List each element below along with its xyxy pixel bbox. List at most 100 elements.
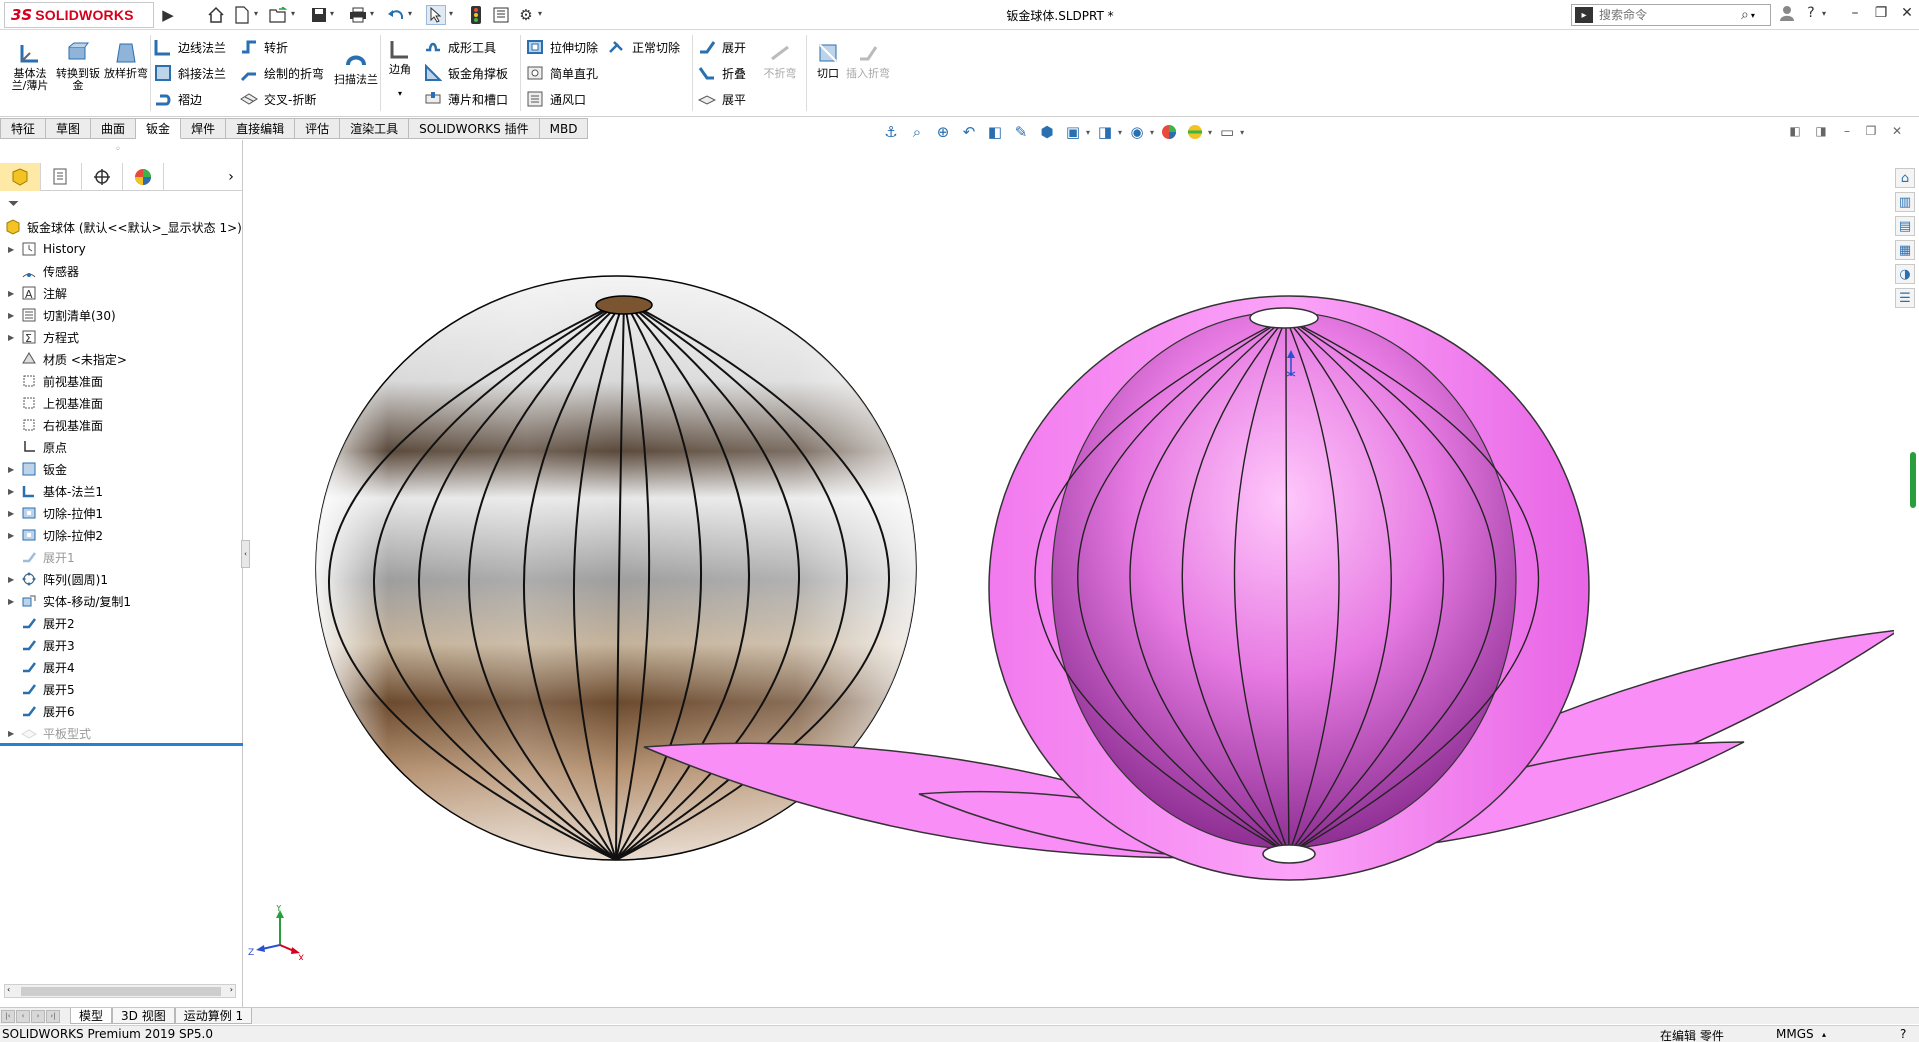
rebuild-traffic-light-icon[interactable] [466,5,486,25]
sketched-bend-button[interactable]: 绘制的折弯 [240,63,324,83]
select-arrow-icon[interactable] [426,5,446,25]
expand-arrow-icon[interactable]: ▶ [8,575,20,584]
cross-break-button[interactable]: 交叉-折断 [240,89,316,109]
graphics-viewport[interactable] [244,140,1894,1006]
tree-item[interactable]: ▶ 实体-移动/复制1 [0,590,243,612]
tree-item[interactable]: 材质 <未指定> [0,348,243,370]
undo-icon[interactable] [386,5,406,25]
viewport-minimize-icon[interactable]: – [1837,124,1857,140]
new-document-icon[interactable] [232,5,252,25]
panel-grip-icon[interactable]: ◦ [115,144,121,155]
tab-feature-tree[interactable] [0,163,41,191]
jog-button[interactable]: 转折 [240,37,288,57]
vent-button[interactable]: 通风口 [526,89,586,109]
options-gear-icon[interactable]: ⚙ [516,5,536,25]
chevron-down-icon[interactable]: ▾ [370,9,374,18]
file-properties-icon[interactable] [491,5,511,25]
expand-menu-icon[interactable]: ▶ [158,5,178,25]
tree-item[interactable]: ▶ 切割清单(30) [0,304,243,326]
chevron-down-icon[interactable]: ▾ [254,9,258,18]
scroll-right-icon[interactable]: › [230,985,233,994]
command-search-icon[interactable]: ▸ [1575,7,1593,23]
graphics-area-scroll-indicator[interactable] [1910,452,1916,508]
expand-arrow-icon[interactable]: ▶ [8,333,20,342]
help-icon[interactable]: ? [1800,5,1822,25]
tile-right-icon[interactable]: ◨ [1811,124,1831,140]
chevron-down-icon[interactable]: ▾ [380,88,420,100]
tab-sheet-metal[interactable]: 钣金 [136,118,182,139]
tab-weldments[interactable]: 焊件 [181,118,227,139]
insert-bends-button[interactable]: 插入折弯 [846,41,890,80]
tree-item[interactable]: ▶ 切除-拉伸1 [0,502,243,524]
chevron-up-icon[interactable]: ▴ [1822,1030,1826,1039]
unit-system-selector[interactable]: MMGS [1776,1027,1814,1041]
viewport-restore-icon[interactable]: ❐ [1861,124,1881,140]
expand-arrow-icon[interactable]: ▶ [8,311,20,320]
view-palette-icon[interactable]: ▦ [1895,240,1915,260]
miter-flange-button[interactable]: 斜接法兰 [154,63,226,83]
tab-surfaces[interactable]: 曲面 [91,118,137,139]
expand-arrow-icon[interactable]: ▶ [8,729,20,738]
tree-item[interactable]: 展开2 [0,612,243,634]
corners-button[interactable]: 边角 ▾ [380,37,420,100]
chevron-down-icon[interactable]: ▾ [1751,11,1755,20]
base-flange-button[interactable]: 基体法兰/薄片 [8,41,52,92]
tree-item[interactable]: ▶ 基体-法兰1 [0,480,243,502]
unfold-button[interactable]: 展开 [698,37,746,57]
home-icon[interactable] [206,5,226,25]
tree-item[interactable]: 展开3 [0,634,243,656]
tree-item[interactable]: ▶ 切除-拉伸2 [0,524,243,546]
tab-and-slot-button[interactable]: 薄片和槽口 [424,89,508,109]
rip-button[interactable]: 切口 [810,41,846,80]
tab-sketch[interactable]: 草图 [46,118,92,139]
horizontal-scrollbar[interactable]: ‹ › [4,984,236,998]
expand-arrow-icon[interactable]: ▶ [8,245,20,254]
chevron-down-icon[interactable]: ▾ [1150,128,1154,137]
tree-item[interactable]: 展开5 [0,678,243,700]
tab-property-manager[interactable] [41,163,82,191]
tab-features[interactable]: 特征 [0,118,47,139]
help-status-icon[interactable]: ? [1900,1027,1906,1041]
swept-flange-button[interactable]: 扫描法兰 [334,47,378,86]
restore-icon[interactable]: ❐ [1870,5,1892,25]
simple-hole-button[interactable]: 简单直孔 [526,63,598,83]
chevron-down-icon[interactable]: ▾ [1822,9,1826,18]
open-file-icon[interactable] [268,5,288,25]
search-commands-box[interactable]: ▸ ⌕ ▾ [1571,4,1771,26]
tree-item[interactable]: 前视基准面 [0,370,243,392]
lofted-bend-button[interactable]: 放样折弯 [104,41,148,80]
tab-motion-study[interactable]: 运动算例 1 [174,1008,253,1024]
tree-item[interactable]: ▶ 阵列(圆周)1 [0,568,243,590]
close-icon[interactable]: ✕ [1896,5,1918,25]
tree-item[interactable]: 展开4 [0,656,243,678]
expand-arrow-icon[interactable]: ▶ [8,531,20,540]
next-tab-arrow-icon[interactable]: › [31,1009,45,1023]
tab-render-tools[interactable]: 渲染工具 [340,118,410,139]
chevron-down-icon[interactable]: ▾ [538,9,542,18]
tab-evaluate[interactable]: 评估 [295,118,341,139]
tab-mbd[interactable]: MBD [539,118,589,139]
gusset-button[interactable]: 钣金角撑板 [424,63,508,83]
tree-item[interactable]: ▶ Σ 方程式 [0,326,243,348]
hem-button[interactable]: 褶边 [154,89,202,109]
tree-item[interactable]: ▶ A 注解 [0,282,243,304]
expand-arrow-icon[interactable]: ▶ [8,487,20,496]
tree-item[interactable]: 展开1 [0,546,243,568]
appearances-scenes-icon[interactable]: ◑ [1895,264,1915,284]
viewport-close-icon[interactable]: ✕ [1887,124,1907,140]
chevron-right-icon[interactable]: › [219,163,243,190]
chevron-down-icon[interactable]: ▾ [408,9,412,18]
last-tab-arrow-icon[interactable]: ›| [46,1009,60,1023]
chevron-down-icon[interactable]: ▾ [1086,128,1090,137]
panel-splitter[interactable] [0,743,243,746]
first-tab-arrow-icon[interactable]: |‹ [1,1009,15,1023]
tree-item[interactable]: ▶ 平板型式 [0,722,243,744]
chevron-down-icon[interactable]: ▾ [449,9,453,18]
expand-arrow-icon[interactable]: ▶ [8,509,20,518]
tab-display-manager[interactable] [123,163,164,191]
solidworks-logo[interactable]: 3S SOLIDWORKS [4,2,154,28]
chevron-down-icon[interactable]: ▾ [1118,128,1122,137]
chevron-down-icon[interactable]: ▾ [291,9,295,18]
scroll-left-icon[interactable]: ‹ [7,985,10,994]
file-explorer-icon[interactable]: ▤ [1895,216,1915,236]
